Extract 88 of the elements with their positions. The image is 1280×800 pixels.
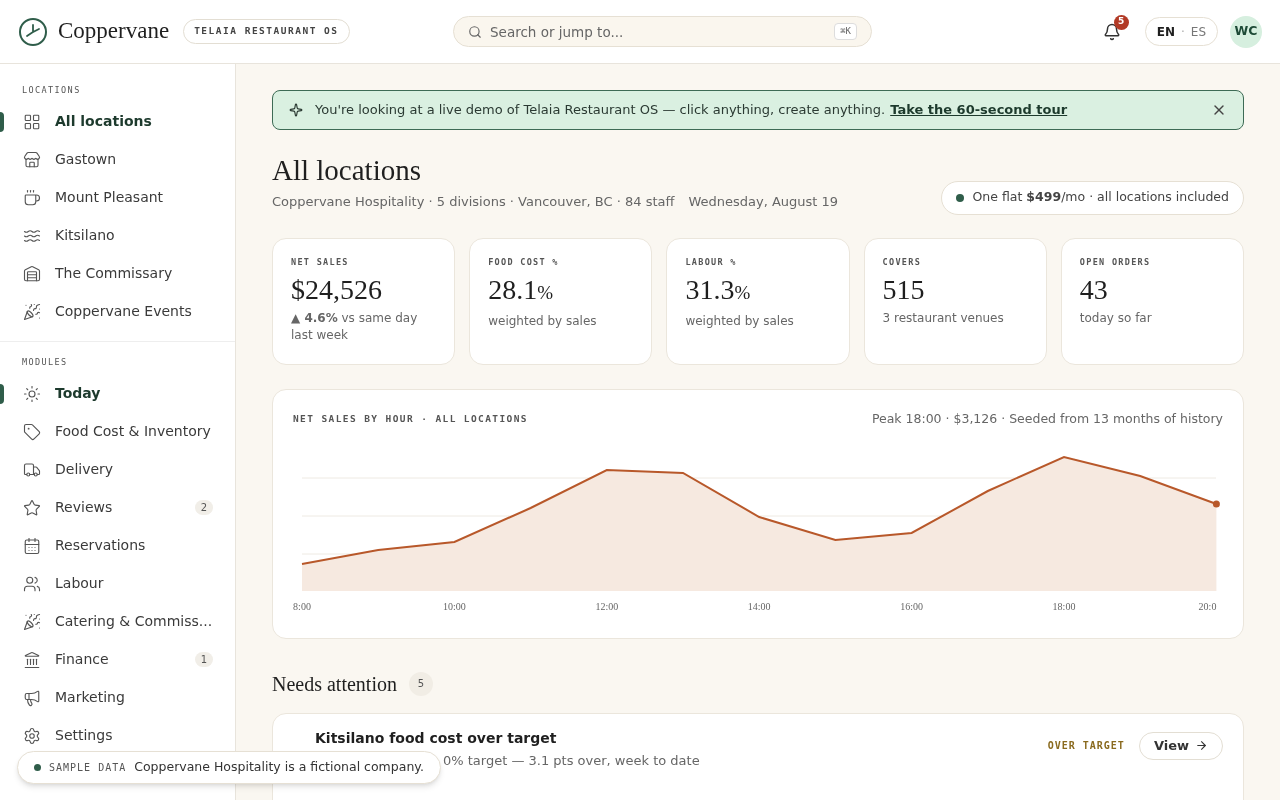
separator-dot: · <box>1180 23 1185 41</box>
bell-icon <box>1102 22 1121 41</box>
sparkle-icon <box>289 103 303 117</box>
notifications-button[interactable]: 5 <box>1096 16 1127 47</box>
nav-item[interactable]: Mount Pleasant <box>0 178 235 217</box>
search-bar[interactable]: Search or jump to... ⌘K <box>453 16 872 47</box>
nav-item[interactable]: Kitsilano <box>0 216 235 255</box>
party-popper-icon <box>23 612 41 631</box>
calendar-icon <box>23 536 41 555</box>
truck-icon <box>23 460 41 479</box>
count-badge: 2 <box>194 500 213 515</box>
nav-item[interactable]: Reservations <box>0 526 235 565</box>
arrow-right-icon <box>1195 739 1208 752</box>
megaphone-icon <box>23 688 41 707</box>
nav-item[interactable]: Food Cost & Inventory <box>0 412 235 451</box>
kpi-value: 28.1% <box>488 273 554 308</box>
kpi-label: FOOD COST % <box>488 255 560 269</box>
axis-label: 14:00 <box>747 601 771 613</box>
brand-name: Coppervane <box>58 17 170 46</box>
nav-item[interactable]: Gastown <box>0 140 235 179</box>
kpi-note: weighted by sales <box>488 313 598 331</box>
count-badge: 1 <box>194 652 213 667</box>
people-icon <box>23 574 41 593</box>
nav-item[interactable]: Today <box>0 374 235 413</box>
language-option[interactable]: EN <box>1156 22 1175 41</box>
end-point-marker <box>1212 500 1220 508</box>
kpi-value: 515 <box>882 273 926 308</box>
axis-label: 20:0 <box>1198 601 1217 613</box>
page-title: All locations <box>272 153 422 188</box>
count-badge: 5 <box>408 671 433 696</box>
nav-item[interactable]: Catering & Commiss... <box>0 602 235 641</box>
toast-tag: SAMPLE DATA <box>49 760 127 775</box>
axis-label: 10:00 <box>443 601 466 613</box>
chart-summary: Peak 18:00 · $3,126 · Seeded from 13 months of history <box>871 409 1224 428</box>
kpi-note: ▲ 4.6% vs same day last week <box>291 310 419 345</box>
banner-message: You're looking at a live demo of Telaia Restaurant OS — click anything, create anything. <box>315 101 886 120</box>
kpi-label: COVERS <box>882 255 923 269</box>
kpi-label: OPEN ORDERS <box>1079 255 1152 269</box>
cup-icon <box>23 188 41 207</box>
axis-label: 8:00 <box>293 601 311 613</box>
page-date: Wednesday, August 19 <box>688 193 839 211</box>
section-heading: MODULES <box>21 355 69 369</box>
alert-title: Kitsilano food cost over target <box>315 728 558 748</box>
kpi-note: 3 restaurant venues <box>882 310 1005 328</box>
nav-item[interactable]: Labour <box>0 564 235 603</box>
kpi-value: 43 <box>1079 273 1109 308</box>
party-popper-icon <box>23 302 41 321</box>
bank-icon <box>23 650 41 669</box>
axis-label: 18:00 <box>1052 601 1076 613</box>
warehouse-icon <box>23 264 41 283</box>
toast-message: Coppervane Hospitality is a fictional company. <box>134 758 424 777</box>
nav-item[interactable]: Reviews 2 <box>0 488 235 527</box>
search-input[interactable]: Search or jump to... <box>490 17 827 46</box>
kpi-value: $24,526 <box>291 273 383 308</box>
kpi-value: 31.3% <box>685 273 752 308</box>
nav-item[interactable]: Delivery <box>0 450 235 489</box>
compass-logo-icon <box>18 16 48 47</box>
axis-label: 16:00 <box>900 601 923 613</box>
nav-item[interactable]: The Commissary <box>0 254 235 293</box>
axis-label: 12:00 <box>595 601 619 613</box>
nav-item[interactable]: Settings <box>0 716 235 755</box>
notification-count: 5 <box>1113 14 1129 30</box>
search-icon <box>468 24 482 39</box>
page-subtitle: Coppervane Hospitality · 5 divisions · Vancouver, BC · 84 staff <box>272 193 675 211</box>
star-icon <box>23 498 41 517</box>
status-label: OVER TARGET <box>1047 738 1125 753</box>
chart-title: NET SALES BY HOUR · ALL LOCATIONS <box>292 411 528 426</box>
kpi-note: weighted by sales <box>685 313 795 331</box>
kpi-label: NET SALES <box>291 255 350 269</box>
tour-link[interactable]: Take the 60-second tour <box>890 100 1068 120</box>
pricing-text: One flat $499/mo · all locations included <box>972 188 1229 207</box>
section-heading: LOCATIONS <box>21 84 82 97</box>
user-avatar[interactable]: WC <box>1230 15 1262 48</box>
grid-icon <box>23 112 41 131</box>
nav-item[interactable]: All locations <box>0 102 235 141</box>
alert-detail: 0% target — 3.1 pts over, week to date <box>443 751 701 770</box>
tag-icon <box>23 422 41 441</box>
nav-item[interactable]: Marketing <box>0 678 235 717</box>
storefront-icon <box>23 150 41 169</box>
kpi-label: LABOUR % <box>685 255 738 269</box>
language-option[interactable]: ES <box>1190 22 1206 41</box>
kpi-note: today so far <box>1079 310 1153 328</box>
section-title: Needs attention <box>272 671 397 697</box>
shortcut-key: ⌘K <box>834 22 857 41</box>
sun-icon <box>23 384 41 403</box>
settings-icon <box>23 726 41 745</box>
nav-item[interactable]: Coppervane Events <box>0 292 235 331</box>
nav-item[interactable]: Finance 1 <box>0 640 235 679</box>
